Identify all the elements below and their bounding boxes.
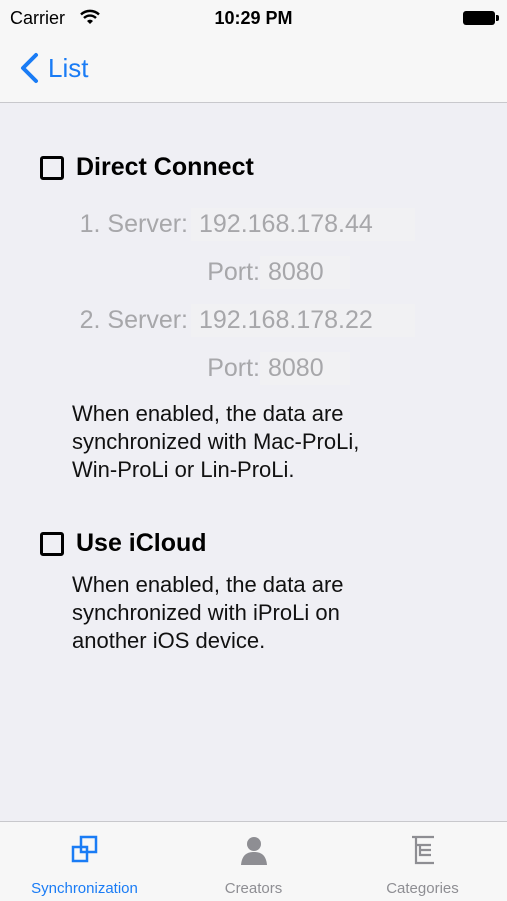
icloud-checkbox-row[interactable]: Use iCloud	[40, 529, 207, 558]
status-time: 10:29 PM	[214, 8, 293, 28]
server1-ip-field[interactable]: 192.168.178.44	[191, 208, 415, 241]
battery-icon	[463, 11, 499, 25]
direct-connect-label: Direct Connect	[76, 153, 254, 181]
sync-settings-content: Direct Connect 1. Server: 192.168.178.44…	[0, 103, 507, 821]
description-line: When enabled, the data are	[72, 572, 344, 597]
icloud-checkbox[interactable]	[40, 531, 64, 556]
direct-connect-description: When enabled, the data are synchronized …	[72, 400, 482, 484]
person-icon	[240, 837, 267, 865]
icloud-label: Use iCloud	[76, 529, 207, 557]
direct-connect-checkbox[interactable]	[40, 155, 64, 180]
tab-label: Synchronization	[31, 880, 138, 897]
status-bar: Carrier 10:29 PM	[0, 0, 507, 36]
description-line: synchronized with iProLi on	[72, 600, 340, 625]
tab-synchronization[interactable]: Synchronization	[0, 822, 169, 901]
back-button[interactable]: List	[18, 50, 88, 86]
server2-ip-field[interactable]: 192.168.178.22	[191, 304, 415, 337]
categories-icon	[411, 835, 434, 865]
tab-label: Creators	[224, 880, 283, 897]
server1-label: 1. Server:	[79, 210, 188, 238]
direct-connect-checkbox-row[interactable]: Direct Connect	[40, 153, 254, 182]
server2-port-field[interactable]: 8080	[260, 352, 350, 385]
description-line: another iOS device.	[72, 628, 266, 653]
back-button-label: List	[48, 52, 89, 83]
description-line: Win-ProLi or Lin-ProLi.	[72, 457, 295, 482]
description-line: When enabled, the data are	[72, 401, 344, 426]
navigation-bar: List	[0, 36, 507, 103]
description-line: synchronized with Mac-ProLi,	[72, 429, 360, 454]
server2-port-label: Port:	[207, 354, 260, 382]
server1-port-field[interactable]: 8080	[260, 256, 350, 289]
tab-bar: Synchronization Creators Categories	[0, 821, 507, 901]
server1-port-label: Port:	[207, 258, 260, 286]
tab-label: Categories	[386, 880, 459, 897]
icloud-description: When enabled, the data are synchronized …	[72, 571, 482, 655]
server2-label: 2. Server:	[79, 306, 188, 334]
tab-creators[interactable]: Creators	[169, 822, 338, 901]
tab-categories[interactable]: Categories	[338, 822, 507, 901]
sync-icon	[71, 835, 97, 863]
chevron-left-icon	[21, 53, 38, 83]
